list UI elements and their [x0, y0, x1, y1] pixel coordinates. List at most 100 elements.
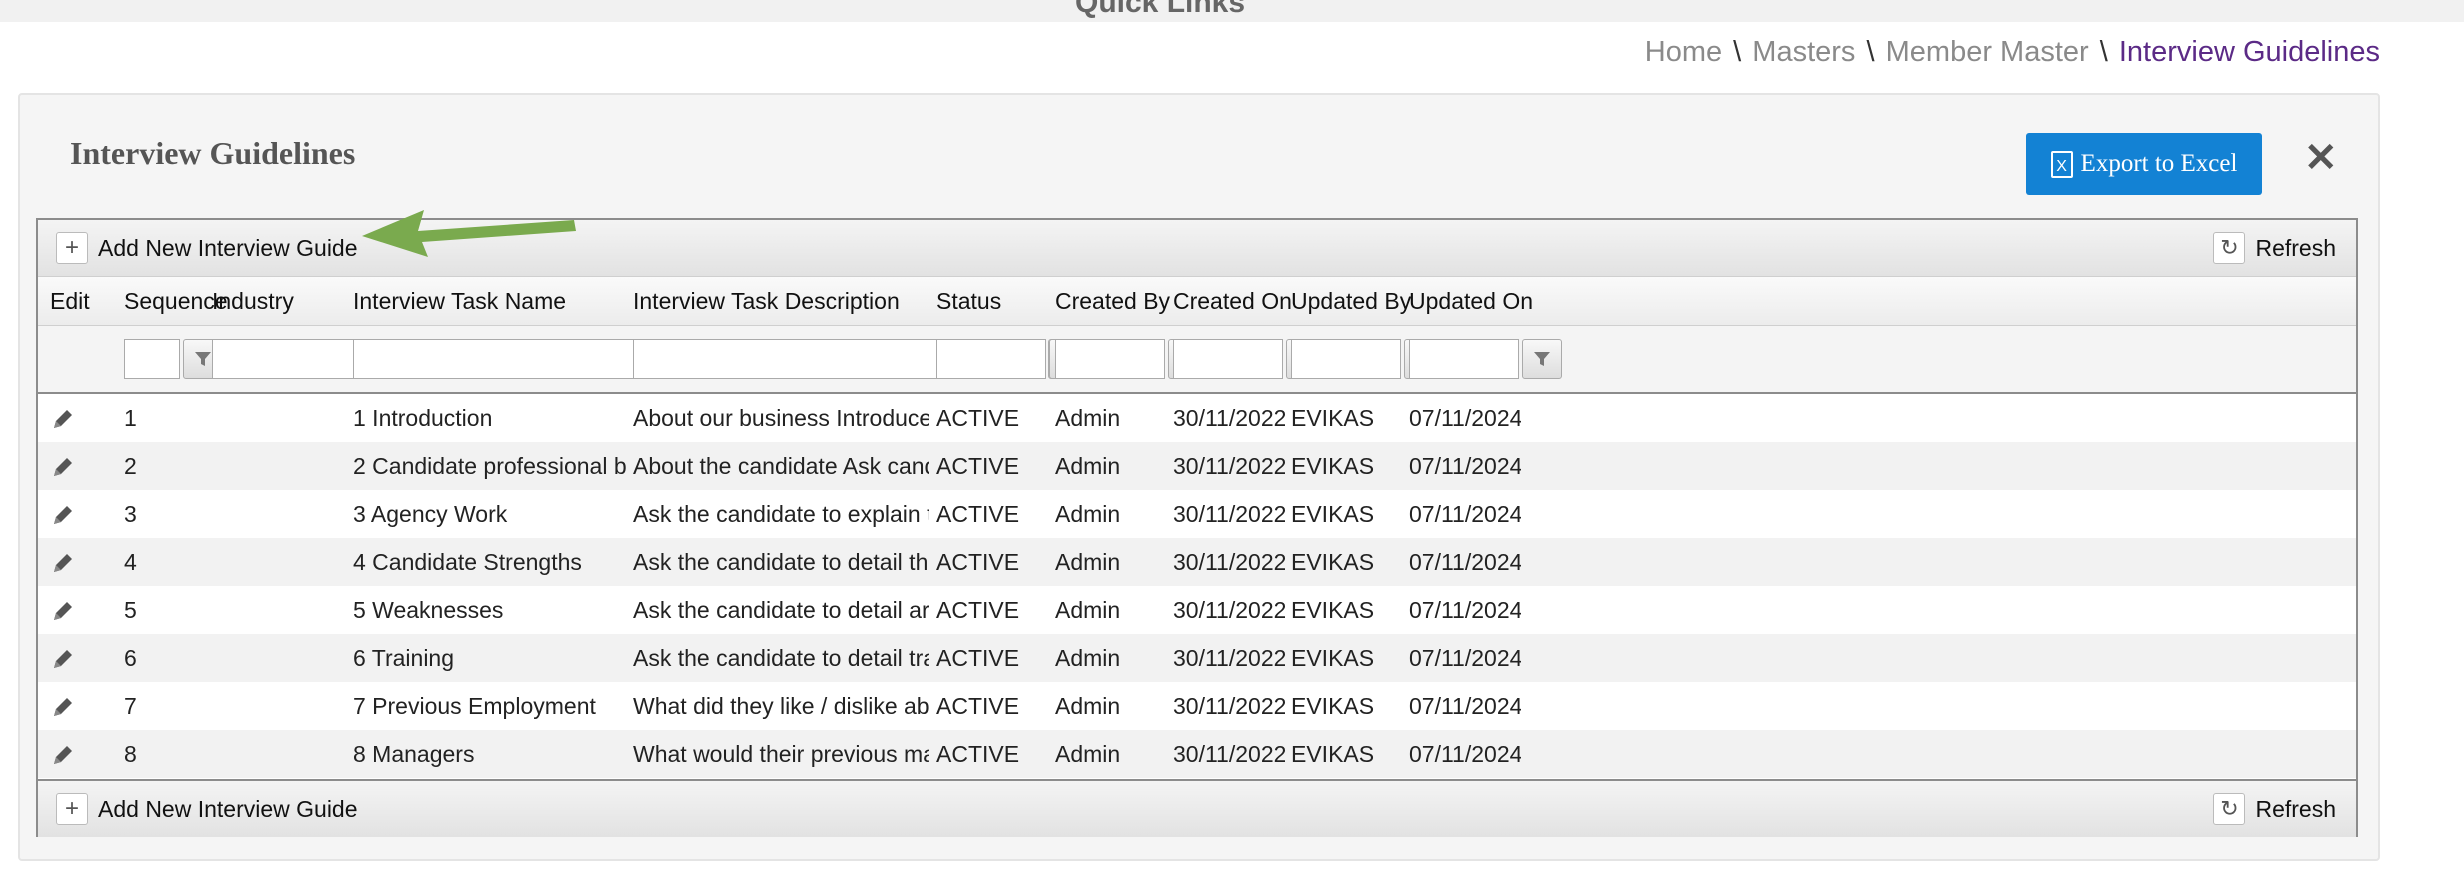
table-row[interactable]: 4 4 Candidate Strengths Ask the candidate …: [38, 538, 2356, 586]
column-header-updated-by[interactable]: Updated By: [1291, 288, 1411, 315]
column-header-task-name[interactable]: Interview Task Name: [353, 288, 566, 315]
updated-on-cell: 07/11/2024: [1409, 693, 1521, 719]
refresh-button[interactable]: ↻ Refresh: [2213, 793, 2336, 825]
export-to-excel-button[interactable]: X Export to Excel: [2026, 133, 2262, 195]
created-on-cell: 30/11/2022: [1173, 741, 1285, 767]
excel-icon: X: [2050, 150, 2073, 178]
sequence-cell: 3: [124, 501, 137, 527]
updated-by-cell: EVIKAS: [1291, 501, 1375, 527]
plus-icon: +: [56, 232, 88, 264]
created-on-cell: 30/11/2022: [1173, 645, 1285, 671]
table-row[interactable]: 2 2 Candidate professional backgroundAbou…: [38, 442, 2356, 490]
green-arrow-annotation: [362, 210, 576, 257]
table-row[interactable]: 8 8 Managers What would their previous man…: [38, 730, 2356, 778]
created-by-cell: Admin: [1055, 597, 1121, 623]
refresh-icon: ↻: [2213, 793, 2246, 825]
updated-by-cell: EVIKAS: [1291, 405, 1375, 431]
updated-by-filter-input[interactable]: [1291, 339, 1401, 379]
breadcrumb-separator: \: [2099, 36, 2108, 68]
column-header-status[interactable]: Status: [936, 288, 1001, 315]
pencil-icon[interactable]: [50, 406, 76, 432]
table-row[interactable]: 6 6 Training Ask the candidate to detail t…: [38, 634, 2356, 682]
pencil-icon[interactable]: [50, 694, 76, 720]
add-new-interview-guide-button[interactable]: + Add New Interview Guide: [56, 793, 358, 825]
column-header-created-by[interactable]: Created By: [1055, 288, 1170, 315]
task-name-cell: 8 Managers: [353, 741, 475, 767]
task-description-cell: What did they like / dislike about thei: [633, 693, 929, 719]
created-by-cell: Admin: [1055, 549, 1121, 575]
updated-on-filter: [1409, 339, 1562, 379]
add-label: Add New Interview Guide: [98, 795, 358, 822]
updated-on-filter-input[interactable]: [1409, 339, 1519, 379]
updated-by-cell: EVIKAS: [1291, 693, 1375, 719]
column-header-updated-on[interactable]: Updated On: [1409, 288, 1533, 315]
status-cell: ACTIVE: [936, 549, 1020, 575]
industry-filter-input[interactable]: [212, 339, 374, 379]
updated-by-cell: EVIKAS: [1291, 549, 1375, 575]
pencil-icon[interactable]: [50, 598, 76, 624]
status-filter-input[interactable]: [936, 339, 1046, 379]
created-by-cell: Admin: [1055, 741, 1121, 767]
task-name-cell: 7 Previous Employment: [353, 693, 596, 719]
refresh-label: Refresh: [2255, 795, 2336, 822]
guidelines-grid: + Add New Interview Guide ↻ Refresh Edit…: [36, 218, 2358, 837]
updated-on-cell: 07/11/2024: [1409, 405, 1521, 431]
table-header: Edit Sequence Industry Interview Task Na…: [38, 277, 2356, 326]
created-on-cell: 30/11/2022: [1173, 501, 1285, 527]
quick-links[interactable]: Quick Links: [1075, 0, 1245, 20]
task-description-cell: About the candidate Ask candidate's to: [633, 453, 929, 479]
add-new-interview-guide-button[interactable]: + Add New Interview Guide: [56, 232, 358, 264]
pencil-icon[interactable]: [50, 454, 76, 480]
column-header-task-description[interactable]: Interview Task Description: [633, 288, 900, 315]
status-cell: ACTIVE: [936, 693, 1020, 719]
updated-on-cell: 07/11/2024: [1409, 549, 1521, 575]
task-description-cell: What would their previous managers say: [633, 741, 929, 767]
table-row[interactable]: 1 1 Introduction About our business Introd…: [38, 394, 2356, 442]
task-name-cell: 6 Training: [353, 645, 455, 671]
pencil-icon[interactable]: [50, 550, 76, 576]
refresh-label: Refresh: [2255, 234, 2336, 261]
status-cell: ACTIVE: [936, 645, 1020, 671]
sequence-cell: 6: [124, 645, 137, 671]
sequence-cell: 4: [124, 549, 137, 575]
task-description-cell: About our business Introduce yourself a: [633, 405, 929, 431]
sequence-cell: 1: [124, 405, 137, 431]
status-cell: ACTIVE: [936, 405, 1020, 431]
pencil-icon[interactable]: [50, 646, 76, 672]
filter-icon[interactable]: [1522, 339, 1562, 379]
column-header-industry[interactable]: Industry: [212, 288, 294, 315]
breadcrumb-masters[interactable]: Masters: [1752, 36, 1855, 68]
created-by-cell: Admin: [1055, 501, 1121, 527]
status-cell: ACTIVE: [936, 501, 1020, 527]
breadcrumb-current: Interview Guidelines: [2118, 36, 2380, 68]
column-header-edit[interactable]: Edit: [50, 288, 90, 315]
breadcrumb-member-master[interactable]: Member Master: [1886, 36, 2089, 68]
status-cell: ACTIVE: [936, 453, 1020, 479]
sequence-cell: 8: [124, 741, 137, 767]
breadcrumb-home[interactable]: Home: [1645, 36, 1722, 68]
grid-toolbar-bottom: + Add New Interview Guide ↻ Refresh: [38, 779, 2356, 837]
filter-row: [38, 326, 2356, 394]
pencil-icon[interactable]: [50, 502, 76, 528]
created-on-filter-input[interactable]: [1173, 339, 1283, 379]
column-header-created-on[interactable]: Created On: [1173, 288, 1292, 315]
table-row[interactable]: 5 5 Weaknesses Ask the candidate to detail…: [38, 586, 2356, 634]
table-row[interactable]: 3 3 Agency Work Ask the candidate to expla…: [38, 490, 2356, 538]
updated-on-cell: 07/11/2024: [1409, 741, 1521, 767]
created-by-cell: Admin: [1055, 693, 1121, 719]
task-name-cell: 4 Candidate Strengths: [353, 549, 582, 575]
pencil-icon[interactable]: [50, 742, 76, 768]
updated-by-cell: EVIKAS: [1291, 453, 1375, 479]
created-on-cell: 30/11/2022: [1173, 693, 1285, 719]
updated-on-cell: 07/11/2024: [1409, 645, 1521, 671]
sequence-filter-input[interactable]: [124, 339, 180, 379]
refresh-button[interactable]: ↻ Refresh: [2213, 232, 2336, 264]
created-on-cell: 30/11/2022: [1173, 549, 1285, 575]
breadcrumb: Home \ Masters \ Member Master \ Intervi…: [1645, 36, 2380, 69]
close-icon[interactable]: ✕: [2304, 135, 2338, 181]
created-by-filter-input[interactable]: [1055, 339, 1165, 379]
export-label: Export to Excel: [2080, 150, 2238, 177]
page-title: Interview Guidelines: [70, 135, 356, 171]
sequence-cell: 2: [124, 453, 137, 479]
table-row[interactable]: 7 7 Previous Employment What did they like…: [38, 682, 2356, 730]
